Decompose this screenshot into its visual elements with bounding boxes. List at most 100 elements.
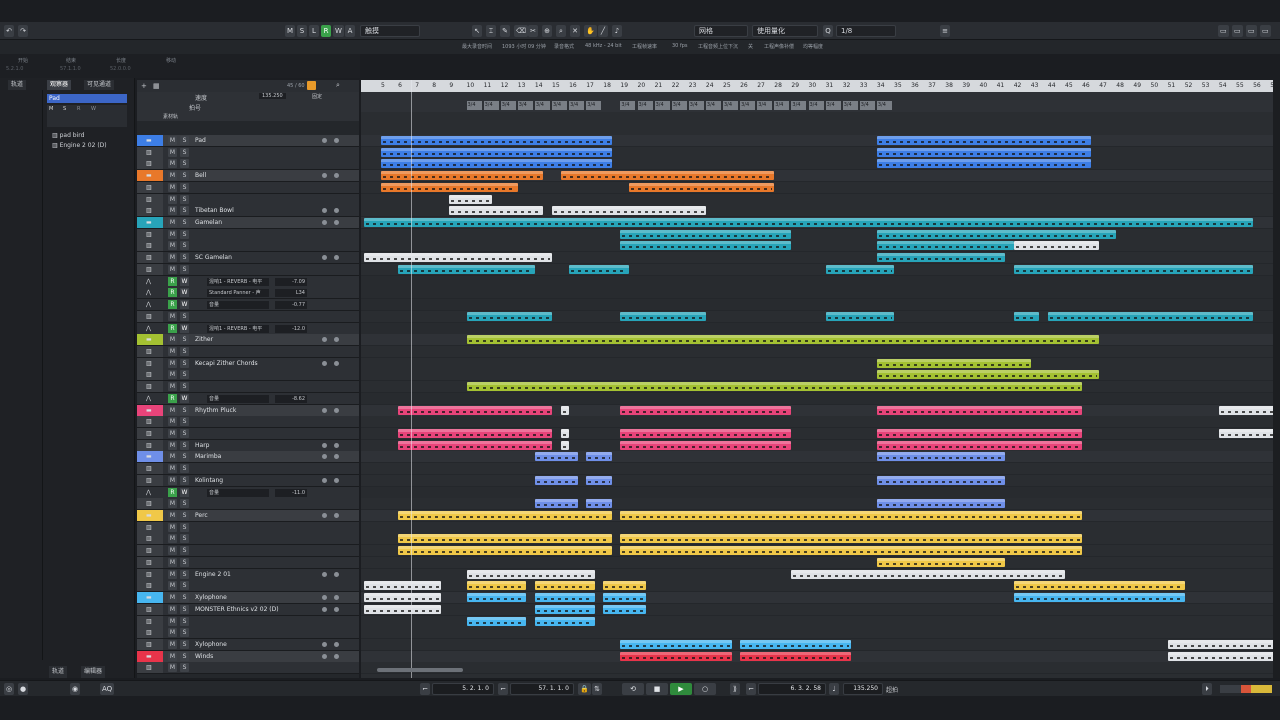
track-lane[interactable] [361, 416, 1273, 429]
midi-event[interactable] [620, 440, 792, 450]
inspector-track-name[interactable]: Pad [47, 94, 127, 103]
monitor-icon[interactable] [322, 595, 327, 601]
track-lane[interactable] [361, 334, 1273, 347]
midi-event[interactable] [381, 159, 612, 169]
mute-button[interactable]: M [168, 229, 177, 239]
midi-event[interactable] [363, 581, 441, 591]
track-row[interactable]: ⋀ R W 混响1 - REVERB - 电平 -7.09 [137, 275, 359, 288]
mute-button[interactable]: M [168, 663, 177, 673]
erase-tool-icon[interactable]: ⌫ [514, 25, 528, 37]
signature-marker[interactable]: 3/4 [705, 101, 721, 110]
track-row[interactable]: ▥ M S [137, 146, 359, 159]
mute-button[interactable]: M [168, 511, 177, 521]
signature-marker[interactable]: 3/4 [876, 101, 892, 110]
mute-button[interactable]: M [168, 557, 177, 567]
midi-event[interactable] [466, 311, 552, 321]
signature-marker[interactable]: 3/4 [688, 101, 704, 110]
mute-button[interactable]: M [168, 475, 177, 485]
zoom-tool-icon[interactable]: ⌕ [556, 25, 566, 37]
tempo-field[interactable]: 135.250 [843, 683, 883, 695]
layout-left-icon[interactable]: ▭ [1218, 25, 1229, 37]
ruler[interactable]: 5 6 7 8 9 10 11 12 13 14 15 16 17 18 19 20 21 22 23 24 25 26 2… [361, 80, 1273, 92]
tab-editor[interactable]: 编辑器 [81, 666, 106, 678]
read-button[interactable]: R [168, 393, 177, 403]
read-button[interactable]: R [168, 323, 177, 333]
quantize-type-select[interactable]: 使用量化 [752, 25, 818, 37]
track-row[interactable]: ▥ M S [137, 345, 359, 358]
project-window[interactable]: 5 6 7 8 9 10 11 12 13 14 15 16 17 18 19 20 21 22 23 24 25 26 2… [361, 80, 1273, 678]
midi-event[interactable] [876, 557, 1006, 567]
speaker-icon[interactable] [334, 337, 339, 343]
track-lane[interactable] [361, 463, 1273, 476]
midi-event[interactable] [569, 264, 629, 274]
automation-parameter[interactable]: 混响1 - REVERB - 电平 [207, 277, 269, 286]
play-tool-icon[interactable]: ♪ [612, 25, 622, 37]
midi-event[interactable] [398, 429, 552, 438]
quantize-icon[interactable]: Q [823, 25, 833, 37]
track-row[interactable]: ▥ M S [137, 416, 359, 429]
midi-event[interactable] [466, 335, 1100, 345]
midi-event[interactable] [363, 253, 552, 263]
speaker-icon[interactable] [334, 138, 339, 143]
tab-visibility[interactable]: 可见通道 [84, 80, 115, 90]
solo-mode-button[interactable]: S [297, 25, 307, 37]
solo-button[interactable]: S [180, 229, 189, 239]
monitor-icon[interactable] [322, 606, 327, 612]
speaker-icon[interactable] [334, 641, 339, 647]
signature-marker[interactable]: 3/4 [825, 101, 841, 110]
listen-mode-button[interactable]: L [309, 25, 319, 37]
speaker-icon[interactable] [334, 477, 339, 483]
tempo-track[interactable]: 速度 135.250 固定 [137, 92, 359, 102]
automation-parameter[interactable]: 音量 [207, 301, 269, 310]
midi-event[interactable] [876, 358, 1031, 368]
midi-event[interactable] [1013, 264, 1254, 274]
midi-event[interactable] [381, 171, 544, 181]
track-lane[interactable] [361, 650, 1273, 663]
monitor-icon[interactable] [322, 173, 327, 179]
midi-event[interactable] [586, 452, 612, 462]
signature-marker[interactable]: 3/4 [859, 101, 875, 110]
redo-icon[interactable]: ↷ [18, 25, 28, 37]
write-button[interactable]: W [180, 487, 189, 497]
mute-button[interactable]: M [168, 429, 177, 438]
track-row[interactable]: ▥ M S [137, 545, 359, 558]
range-tool-icon[interactable]: ⌶ [486, 25, 496, 37]
layout-rack-icon[interactable]: ▭ [1260, 25, 1271, 37]
solo-button[interactable]: S [180, 581, 189, 591]
solo-button[interactable]: S [180, 628, 189, 638]
mute-button[interactable]: M [168, 346, 177, 356]
midi-event[interactable] [825, 264, 894, 274]
midi-event[interactable] [876, 370, 1100, 380]
automation-value[interactable]: -8.62 [275, 394, 307, 403]
mute-button[interactable]: M [168, 370, 177, 380]
solo-button[interactable]: S [180, 546, 189, 556]
track-row[interactable]: ▬ M S Marimba [137, 451, 359, 464]
signature-marker[interactable]: 3/4 [483, 101, 499, 110]
mute-button[interactable]: M [168, 522, 177, 532]
write-button[interactable]: W [180, 323, 189, 333]
solo-button[interactable]: S [180, 194, 189, 204]
speaker-icon[interactable] [334, 173, 339, 179]
midi-event[interactable] [620, 229, 792, 239]
track-row[interactable]: ⋀ R W 音量 -0.77 [137, 299, 359, 312]
monitor-icon[interactable] [322, 255, 327, 261]
stepper-icon[interactable]: ⇅ [592, 683, 602, 695]
midi-event[interactable] [603, 581, 647, 591]
track-row[interactable]: ▥ M S Tibetan Bowl [137, 205, 359, 218]
midi-event[interactable] [552, 206, 706, 216]
position-icon[interactable]: ⌐ [746, 683, 756, 695]
write-button[interactable]: W [180, 276, 189, 286]
sync-label[interactable]: 超拍 [886, 685, 898, 694]
solo-button[interactable]: S [180, 593, 189, 603]
lock-icon[interactable]: 🔒 [578, 683, 591, 695]
midi-event[interactable] [534, 499, 578, 509]
midi-event[interactable] [381, 147, 612, 157]
track-row[interactable]: ▥ M S [137, 556, 359, 569]
track-row[interactable]: ⋀ R W 音量 -11.0 [137, 486, 359, 499]
midi-event[interactable] [876, 241, 1014, 251]
solo-button[interactable]: S [180, 639, 189, 649]
project-cursor[interactable] [411, 80, 412, 678]
mute-button[interactable]: M [168, 616, 177, 626]
mute-button[interactable]: M [168, 440, 177, 450]
speaker-icon[interactable] [334, 255, 339, 261]
